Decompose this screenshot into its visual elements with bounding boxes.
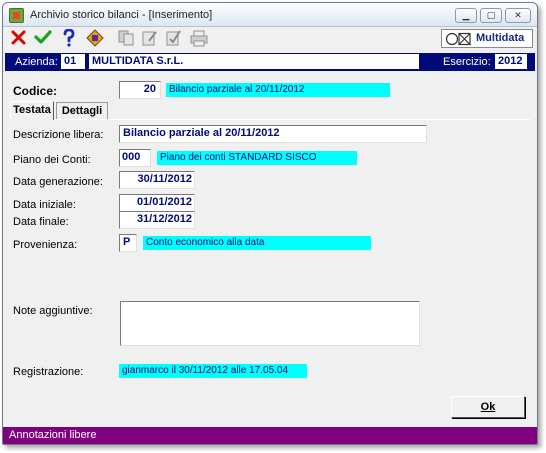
registrazione-value: gianmarco il 30/11/2012 alle 17.05.04 (119, 364, 307, 378)
data-finale-field[interactable]: 31/12/2012 (119, 211, 195, 229)
close-button[interactable]: ✕ (505, 8, 531, 23)
piano-description: Piano dei conti STANDARD SISCO (157, 151, 357, 165)
note-label: Note aggiuntive: (13, 305, 93, 317)
logo-label: Multidata (476, 32, 525, 44)
descrizione-field[interactable]: Bilancio parziale al 20/11/2012 (119, 125, 427, 143)
edit-icon[interactable] (140, 29, 160, 49)
title-bar[interactable]: Archivio storico bilanci - [Inserimento]… (3, 3, 537, 27)
provenienza-label: Provenienza: (13, 239, 78, 251)
diamond-icon[interactable] (85, 29, 105, 49)
copy-icon[interactable] (116, 29, 136, 49)
window-title: Archivio storico bilanci - [Inserimento] (30, 9, 213, 21)
registrazione-label: Registrazione: (13, 366, 84, 378)
azienda-code: 01 (61, 54, 85, 69)
app-window: Archivio storico bilanci - [Inserimento]… (2, 2, 538, 445)
help-icon[interactable] (59, 28, 79, 49)
esercizio-label: Esercizio: (443, 56, 491, 68)
data-generazione-label: Data generazione: (13, 176, 103, 188)
tab-testata[interactable]: Testata (10, 101, 54, 120)
cancel-icon[interactable] (9, 29, 29, 49)
company-bar: Azienda: 01 MULTIDATA S.r.L. Esercizio: … (5, 53, 535, 71)
piano-label: Piano dei Conti: (13, 154, 91, 166)
maximize-button[interactable]: ▢ (480, 8, 502, 23)
multidata-logo: Multidata (441, 29, 533, 48)
note-textarea[interactable] (120, 301, 420, 346)
print-icon[interactable] (189, 29, 209, 49)
azienda-label: Azienda: (15, 56, 58, 68)
tab-dettagli-label: Dettagli (61, 105, 103, 117)
codice-description: Bilancio parziale al 20/11/2012 (166, 83, 390, 97)
data-generazione-field[interactable]: 30/11/2012 (119, 171, 195, 189)
edit-check-icon[interactable] (164, 29, 184, 49)
ok-button[interactable]: Ok (451, 396, 525, 418)
azienda-name: MULTIDATA S.r.L. (89, 54, 419, 69)
codice-field[interactable]: 20 (119, 81, 161, 99)
data-finale-label: Data finale: (13, 216, 69, 228)
data-iniziale-label: Data iniziale: (13, 199, 76, 211)
toolbar: Multidata (3, 28, 537, 50)
minimize-button[interactable]: ▁ (455, 8, 477, 23)
tab-testata-label: Testata (13, 104, 51, 116)
piano-code-field[interactable]: 000 (119, 149, 151, 167)
descrizione-label: Descrizione libera: (13, 129, 104, 141)
esercizio-value: 2012 (495, 54, 527, 69)
app-icon (9, 8, 24, 23)
tab-divider (10, 119, 530, 120)
status-bar: Annotazioni libere (3, 427, 537, 444)
tab-dettagli[interactable]: Dettagli (56, 102, 108, 120)
provenienza-code-field[interactable]: P (119, 234, 137, 252)
codice-label: Codice: (13, 84, 58, 98)
confirm-icon[interactable] (33, 29, 53, 49)
data-iniziale-field[interactable]: 01/01/2012 (119, 194, 195, 212)
provenienza-description: Conto economico alla data (143, 236, 371, 250)
